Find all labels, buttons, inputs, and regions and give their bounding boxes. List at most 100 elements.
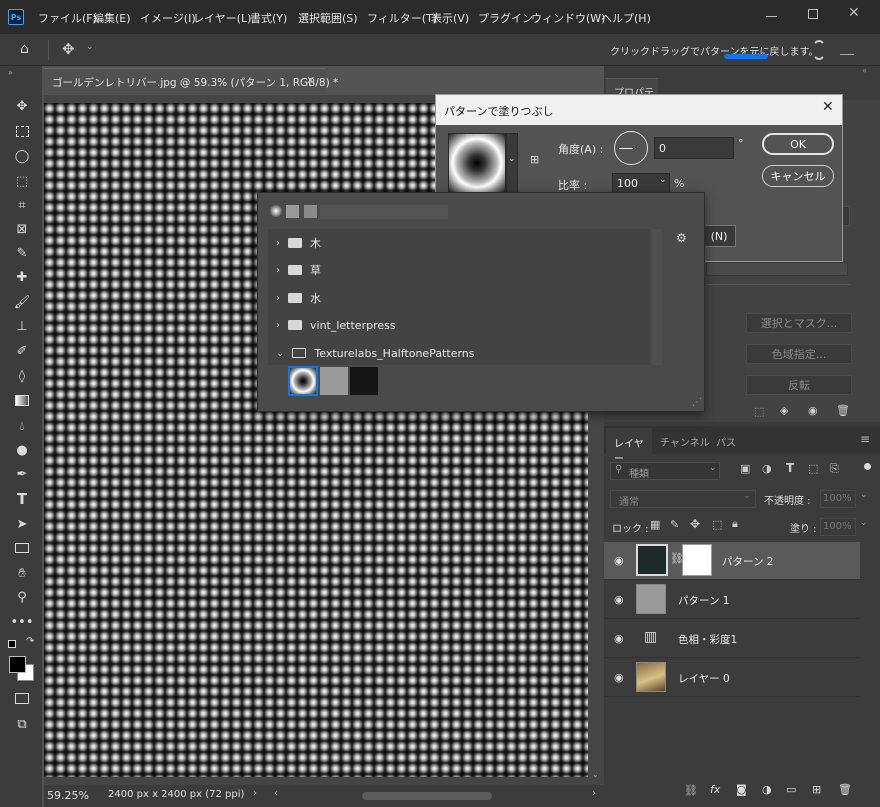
fx-icon[interactable]: fx: [710, 783, 720, 796]
home-icon[interactable]: ⌂: [20, 41, 29, 57]
angle-dial[interactable]: [614, 131, 648, 165]
delete-layer-icon[interactable]: 🗑︎: [838, 783, 852, 796]
filter-shape-icon[interactable]: ⬚: [808, 462, 818, 475]
maximize-icon[interactable]: [808, 9, 818, 19]
tab-channels[interactable]: チャンネル: [660, 434, 710, 449]
chevron-right-icon[interactable]: ›: [276, 238, 280, 249]
scroll-left-icon[interactable]: ‹: [274, 788, 278, 799]
eye-icon[interactable]: ◉: [614, 593, 624, 606]
more-tools-icon[interactable]: •••: [11, 612, 34, 632]
path-select-tool-icon[interactable]: ➤: [12, 514, 32, 534]
lock-pixels-icon[interactable]: ✎: [670, 518, 679, 531]
ok-button[interactable]: OK: [762, 133, 834, 155]
horizontal-scrollbar-thumb[interactable]: [362, 792, 492, 800]
filter-adjustment-icon[interactable]: ◑: [762, 462, 772, 475]
delete-mask-icon[interactable]: 🗑︎: [836, 404, 850, 417]
layer-row-pattern-2[interactable]: ◉ ⛓︎ パターン 2: [604, 542, 860, 580]
list-scrollbar[interactable]: [652, 229, 662, 365]
new-layer-icon[interactable]: ⊞: [812, 783, 821, 796]
history-brush-tool-icon[interactable]: ✐: [12, 341, 32, 361]
lock-artboard-icon[interactable]: ⬚: [712, 518, 722, 531]
lock-all-icon[interactable]: 🔒︎: [732, 517, 738, 531]
zoom-level[interactable]: 59.25%: [47, 789, 89, 802]
eye-icon[interactable]: ◉: [614, 671, 624, 684]
pen-tool-icon[interactable]: ✒: [12, 464, 32, 484]
healing-brush-tool-icon[interactable]: ✚: [12, 267, 32, 287]
minimize-icon[interactable]: [766, 16, 777, 17]
screen-mode-icon[interactable]: ⧉: [12, 714, 32, 734]
layer-row-hue-saturation[interactable]: ◉ ▥ 色相・彩度1: [604, 620, 860, 658]
hand-tool-icon[interactable]: ✋︎: [12, 563, 32, 583]
opacity-input[interactable]: 100%: [820, 490, 856, 508]
recent-pattern-swatch[interactable]: [304, 205, 317, 218]
folder-item-wood[interactable]: › 木: [276, 233, 321, 253]
link-layers-icon[interactable]: ⛓︎: [684, 784, 698, 797]
folder-item-texturelabs[interactable]: ⌄ Texturelabs_HalftonePatterns: [276, 343, 475, 363]
new-group-icon[interactable]: ▭: [786, 783, 796, 796]
filter-type-icon[interactable]: T: [786, 461, 794, 475]
add-mask-icon[interactable]: ◙: [736, 783, 747, 796]
recent-pattern-swatch[interactable]: [286, 205, 299, 218]
default-colors-icon[interactable]: [8, 640, 16, 648]
scroll-down-icon[interactable]: ⌄: [592, 770, 599, 779]
pattern-swatch-selected[interactable]: [288, 366, 318, 396]
layer-filter-select[interactable]: ⚲ 種類 ⌄: [610, 462, 720, 480]
move-tool-icon[interactable]: ✥: [62, 40, 75, 58]
properties-slider[interactable]: [706, 262, 848, 276]
pattern-preview-swatch[interactable]: [448, 133, 506, 193]
chevron-right-icon[interactable]: ›: [276, 293, 280, 304]
swap-colors-icon[interactable]: ↷: [26, 636, 34, 647]
filter-pixel-icon[interactable]: ▣: [740, 462, 750, 475]
frame-tool-icon[interactable]: ⊠: [12, 219, 32, 239]
tab-layers[interactable]: レイヤー: [606, 428, 652, 465]
undo-arc-icon[interactable]: [812, 40, 826, 60]
close-tab-icon[interactable]: ✕: [306, 74, 315, 87]
new-adjustment-icon[interactable]: ◑: [762, 783, 772, 796]
tab-paths[interactable]: パス: [716, 434, 736, 449]
invert-button[interactable]: 反転: [746, 375, 852, 395]
menu-type[interactable]: 書式(Y): [250, 10, 287, 26]
chevron-right-icon[interactable]: ›: [276, 265, 280, 276]
pattern-search-field[interactable]: [320, 205, 448, 219]
fill-input[interactable]: 100%: [820, 518, 856, 536]
eyedropper-tool-icon[interactable]: ✎: [12, 243, 32, 263]
type-tool-icon[interactable]: T: [12, 489, 32, 509]
snap-to-origin-button[interactable]: (N): [702, 225, 736, 247]
info-chevron-icon[interactable]: ›: [253, 788, 257, 799]
panel-menu-icon[interactable]: ≡: [860, 432, 870, 446]
move-tool-icon[interactable]: ✥: [12, 96, 32, 116]
foreground-color-swatch[interactable]: [9, 656, 26, 673]
gear-icon[interactable]: ⚙︎: [676, 231, 687, 245]
document-tab[interactable]: ゴールデンレトリバー.jpg @ 59.3% (パターン 1, RGB/8) *…: [44, 68, 338, 94]
panel-collapse-left[interactable]: »: [8, 68, 13, 77]
blend-mode-select[interactable]: 通常 ⌄: [610, 490, 756, 508]
filter-toggle[interactable]: [864, 463, 871, 470]
chevron-down-icon[interactable]: ⌄: [659, 175, 667, 185]
opacity-chevron-icon[interactable]: ⌄: [860, 490, 868, 500]
menu-view[interactable]: 表示(V): [431, 10, 469, 26]
new-preset-icon[interactable]: ⊞: [530, 153, 539, 166]
menu-select[interactable]: 選択範囲(S): [298, 10, 358, 26]
pattern-swatch[interactable]: [320, 367, 348, 395]
lasso-tool-icon[interactable]: ◯: [12, 146, 32, 166]
folder-item-grass[interactable]: › 草: [276, 260, 321, 280]
marquee-tool-icon[interactable]: [12, 121, 32, 141]
panel-collapse-right[interactable]: «: [862, 66, 867, 75]
menu-filter[interactable]: フィルター(T): [367, 10, 437, 26]
brush-tool-icon[interactable]: 🖌︎: [12, 292, 32, 312]
selection-icon[interactable]: ⬚: [754, 405, 764, 418]
menu-edit[interactable]: 編集(E): [93, 10, 131, 26]
blur-tool-icon[interactable]: 💧︎: [12, 416, 32, 436]
chevron-right-icon[interactable]: ›: [276, 320, 280, 331]
stamp-tool-icon[interactable]: ⊥: [12, 316, 32, 336]
layer-row-pattern-1[interactable]: ◉ パターン 1: [604, 581, 860, 619]
pattern-swatch[interactable]: [350, 367, 378, 395]
layer-row-layer-0[interactable]: ◉ レイヤー 0: [604, 659, 860, 697]
apply-mask-icon[interactable]: ◈: [780, 404, 788, 417]
visibility-icon[interactable]: ◉: [808, 404, 818, 417]
angle-input[interactable]: 0: [654, 137, 734, 159]
menu-window[interactable]: ウィンドウ(W): [531, 10, 605, 26]
chevron-down-icon[interactable]: ⌄: [86, 42, 94, 52]
layer-mask-thumbnail[interactable]: [682, 544, 712, 576]
menu-help[interactable]: ヘルプ(H): [601, 10, 651, 26]
